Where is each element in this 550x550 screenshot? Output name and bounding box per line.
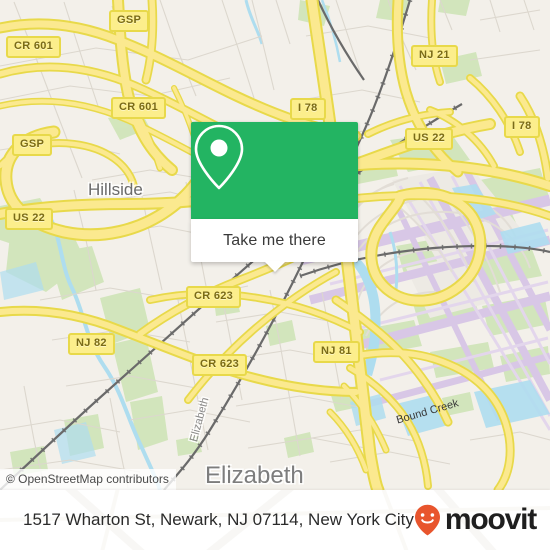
map-canvas[interactable]: GSP CR 601 NJ 21 CR 601 I 78 I 78 US 22 GSP US 2…	[0, 0, 550, 490]
road-shield: I 78	[504, 116, 540, 138]
map-screenshot: GSP CR 601 NJ 21 CR 601 I 78 I 78 US 22 GSP US 2…	[0, 0, 550, 550]
road-shield: CR 623	[192, 354, 248, 376]
road-shield: NJ 81	[313, 341, 360, 363]
address-label: 1517 Wharton St, Newark, NJ 07114, New Y…	[23, 510, 414, 529]
osm-attribution[interactable]: © OpenStreetMap contributors	[0, 469, 176, 490]
place-label: Elizabeth	[205, 462, 304, 489]
road-shield: GSP	[12, 134, 53, 156]
road-shield: US 22	[405, 128, 454, 150]
road-shield: CR 601	[111, 97, 167, 119]
road-shield: I 78	[290, 98, 326, 120]
footer-bar: 1517 Wharton St, Newark, NJ 07114, New Y…	[0, 490, 550, 550]
location-popup-card[interactable]: Take me there	[191, 122, 358, 272]
road-shield: NJ 82	[68, 333, 115, 355]
popup-header	[191, 122, 358, 219]
moovit-smiley-pin-icon	[414, 504, 440, 536]
moovit-logo[interactable]: moovit	[414, 503, 537, 536]
map-pin-icon	[194, 124, 244, 190]
road-shield: CR 601	[6, 36, 62, 58]
road-shield: CR 623	[186, 286, 242, 308]
place-label: Hillside	[88, 180, 143, 199]
popup-action-bar[interactable]: Take me there	[191, 219, 358, 272]
road-shield: GSP	[109, 10, 150, 32]
popup-tail	[263, 261, 286, 272]
moovit-wordmark: moovit	[444, 503, 537, 536]
road-shield: NJ 21	[411, 45, 458, 67]
take-me-there-label: Take me there	[223, 231, 326, 249]
road-shield: US 22	[5, 208, 54, 230]
